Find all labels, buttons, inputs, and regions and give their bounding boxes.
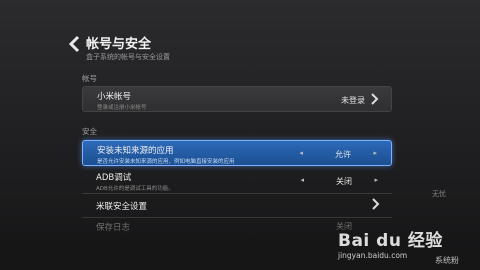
watermark-faint: 无忧: [432, 190, 446, 198]
item-description: 登录或注册小米帐号: [97, 105, 147, 111]
back-arrow-icon[interactable]: [68, 35, 82, 53]
item-value: 关闭: [336, 177, 352, 186]
watermark-brand: Bai du 经验: [338, 231, 443, 251]
item-label: ADB调试: [96, 173, 132, 183]
item-label: 保存日志: [96, 223, 131, 233]
arrow-right-icon[interactable]: ▸: [373, 149, 377, 157]
watermark-url: jingyan.baidu.com: [338, 251, 408, 260]
chevron-right-icon: [371, 93, 379, 105]
settings-item-adb-debug[interactable]: ADB调试 ADB允许的是调试工具的功能。 ◂ 关闭 ▸: [82, 168, 392, 194]
watermark-corner: 系统粉: [435, 256, 459, 265]
page-subtitle: 盒子系统的帐号与安全设置: [86, 53, 170, 61]
item-description: 是否允许安装未知来源的应用，例如电脑直接安装的应用: [97, 159, 235, 165]
item-description: ADB允许的是调试工具的功能。: [96, 186, 174, 192]
item-value: 未登录: [341, 96, 365, 105]
arrow-right-icon[interactable]: ▸: [374, 176, 378, 184]
page-title: 帐号与安全: [86, 37, 152, 52]
settings-item-mi-account[interactable]: 小米帐号 登录或注册小米帐号 未登录: [82, 86, 392, 112]
arrow-left-icon[interactable]: ◂: [300, 176, 304, 184]
section-label-account: 帐号: [82, 74, 97, 83]
item-label: 小米帐号: [97, 92, 132, 102]
item-label: 米联安全设置: [96, 202, 148, 212]
item-label: 安装未知来源的应用: [97, 146, 174, 156]
settings-item-unknown-sources[interactable]: 安装未知来源的应用 是否允许安装未知来源的应用，例如电脑直接安装的应用 ◂ 允许…: [82, 140, 392, 166]
arrow-left-icon[interactable]: ◂: [299, 149, 303, 157]
item-value: 允许: [335, 150, 351, 159]
section-label-security: 安全: [82, 127, 97, 136]
settings-item-milink-security[interactable]: 米联安全设置: [82, 192, 392, 218]
chevron-right-icon: [372, 198, 380, 210]
